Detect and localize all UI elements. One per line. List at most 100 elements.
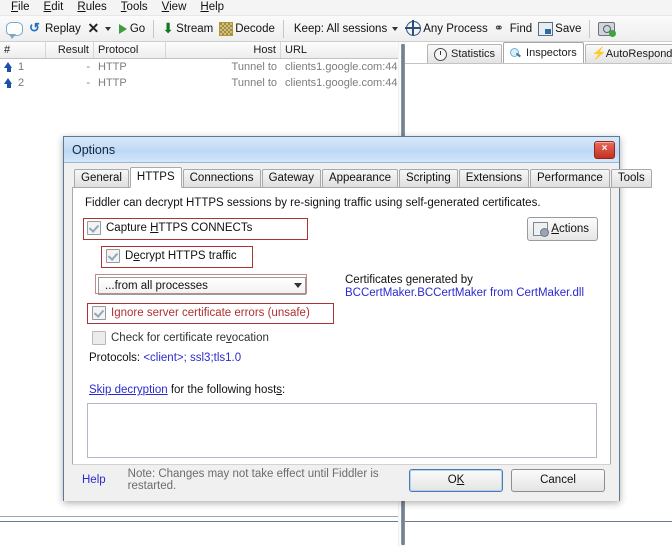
certificates-line1: Certificates generated by [345,274,473,286]
ignore-cert-errors-checkbox[interactable] [92,306,106,320]
any-process-label: Any Process [423,22,488,35]
save-button[interactable]: Save [535,18,584,40]
menu-item-edit[interactable]: Edit [37,0,71,15]
check-revocation-row[interactable]: Check for certificate revocation [92,331,269,345]
tab-statistics-label: Statistics [451,48,496,60]
screenshot-button[interactable] [595,18,618,40]
tab-statistics[interactable]: Statistics [427,44,503,63]
chevron-down-icon [294,283,302,288]
session-number: 2 [18,77,25,89]
speech-bubble-icon [6,21,23,39]
protocols-row: Protocols: <client>; ssl3;tls1.0 [89,352,241,364]
session-number-cell: 2 [0,75,46,91]
skip-hosts-textarea[interactable] [87,403,597,458]
check-revocation-checkbox[interactable] [92,331,106,345]
tab-tools[interactable]: Tools [610,169,652,188]
tab-appearance[interactable]: Appearance [321,169,398,188]
ok-button[interactable]: OK [409,468,503,492]
cancel-button[interactable]: Cancel [511,468,605,492]
tab-extensions[interactable]: Extensions [458,169,529,188]
replay-arrows-icon: ↺ [29,20,40,35]
table-row[interactable]: 2 - HTTP Tunnel to clients1.google.com:4… [0,75,400,91]
tab-inspectors[interactable]: Inspectors [503,42,584,63]
menu-item-file-rest: ile [18,1,30,13]
menu-item-help[interactable]: Help [193,0,231,15]
menu-item-tools[interactable]: Tools [114,0,155,15]
close-icon[interactable]: × [594,141,615,159]
comment-button[interactable] [3,18,26,40]
binoculars-icon: ⚭ [493,21,504,35]
menu-item-rules-rest: ules [85,1,107,13]
status-divider-bottom-right [405,521,672,522]
decrypt-traffic-checkbox[interactable] [106,249,120,263]
decrypt-traffic-row[interactable]: Decrypt HTTPS traffic [106,249,237,263]
certificates-info: Certificates generated by BCCertMaker.BC… [345,274,595,300]
column-header-protocol[interactable]: Protocol [94,42,166,58]
column-header-host[interactable]: Host [166,42,281,58]
camera-icon [598,21,617,37]
menu-item-file-accel: F [11,1,19,13]
dialog-body: General HTTPS Connections Gateway Appear… [64,163,652,501]
session-host-cell: Tunnel to [231,77,277,89]
tab-performance[interactable]: Performance [530,169,610,188]
replay-button[interactable]: ↺ Replay [26,18,84,40]
tab-general[interactable]: General [74,169,129,188]
menu-item-view-accel: V [161,1,170,13]
blue-up-arrow-icon [4,77,13,89]
session-host-cell: Tunnel to [231,61,277,73]
menu-item-file[interactable]: File [4,0,37,15]
column-header-number[interactable]: # [0,42,46,58]
keep-sessions-label: Keep: All sessions [293,22,388,35]
find-button[interactable]: ⚭ Find [491,18,535,40]
options-tabstrip: General HTTPS Connections Gateway Appear… [72,167,652,188]
actions-button[interactable]: Actions [527,217,598,241]
actions-button-label: Actions [551,223,589,235]
tab-autoresponder[interactable]: ⚡ AutoResponder [584,44,672,63]
keep-sessions-dropdown[interactable]: Keep: All sessions [289,18,403,40]
right-panel-tabs: Statistics Inspectors ⚡ AutoResponder [405,42,672,64]
process-filter-dropdown[interactable]: ...from all processes [98,277,306,295]
help-link[interactable]: Help [82,474,106,486]
save-disk-icon [538,21,554,36]
column-header-url[interactable]: URL [281,42,400,58]
menu-item-rules[interactable]: Rules [70,0,113,15]
toolbar-separator-2 [282,19,284,38]
go-button[interactable]: Go [116,18,148,40]
session-number-cell: 1 [0,59,46,75]
options-dialog: Options × General HTTPS Connections Gate… [63,136,652,501]
tab-https[interactable]: HTTPS [129,167,182,188]
column-header-result[interactable]: Result [46,42,94,58]
go-label: Go [129,22,146,35]
capture-connects-checkbox[interactable] [87,221,101,235]
certificates-provider-link[interactable]: BCCertMaker.BCCertMaker from CertMaker.d… [345,287,595,300]
any-process-button[interactable]: Any Process [403,18,491,40]
tab-connections[interactable]: Connections [182,169,261,188]
decode-button[interactable]: Decode [216,18,278,40]
stream-label: Stream [176,22,214,35]
decrypt-traffic-label: Decrypt HTTPS traffic [125,250,237,262]
skip-decryption-link[interactable]: Skip decryption [89,384,168,396]
stream-button[interactable]: ⬇ Stream [159,18,216,40]
protocols-value[interactable]: <client>; ssl3;tls1.0 [143,352,241,364]
toolbar-separator-1 [153,19,155,38]
remove-button[interactable]: ✕ [84,18,116,40]
capture-connects-row[interactable]: Capture HTTPS CONNECTs [87,221,252,235]
session-result-cell: - [86,61,90,73]
blue-up-arrow-icon [4,61,13,73]
table-row[interactable]: 1 - HTTP Tunnel to clients1.google.com:4… [0,59,400,75]
magnifier-icon [510,47,522,59]
tab-gateway[interactable]: Gateway [261,169,321,188]
ignore-cert-errors-row[interactable]: Ignore server certificate errors (unsafe… [92,306,310,320]
clock-icon [434,47,447,61]
menu-item-view[interactable]: View [155,0,194,15]
decode-label: Decode [235,22,275,35]
dialog-title-bar[interactable]: Options × [64,137,619,163]
ignore-cert-errors-label: Ignore server certificate errors (unsafe… [111,307,310,319]
session-url-cell: clients1.google.com:443 [285,61,400,73]
target-icon [405,20,422,36]
session-url-cell: clients1.google.com:443 [285,77,400,89]
tab-scripting[interactable]: Scripting [398,169,458,188]
menu-item-help-rest: elp [208,1,225,13]
status-divider-bottom [0,521,398,522]
menu-item-help-accel: H [200,1,209,13]
